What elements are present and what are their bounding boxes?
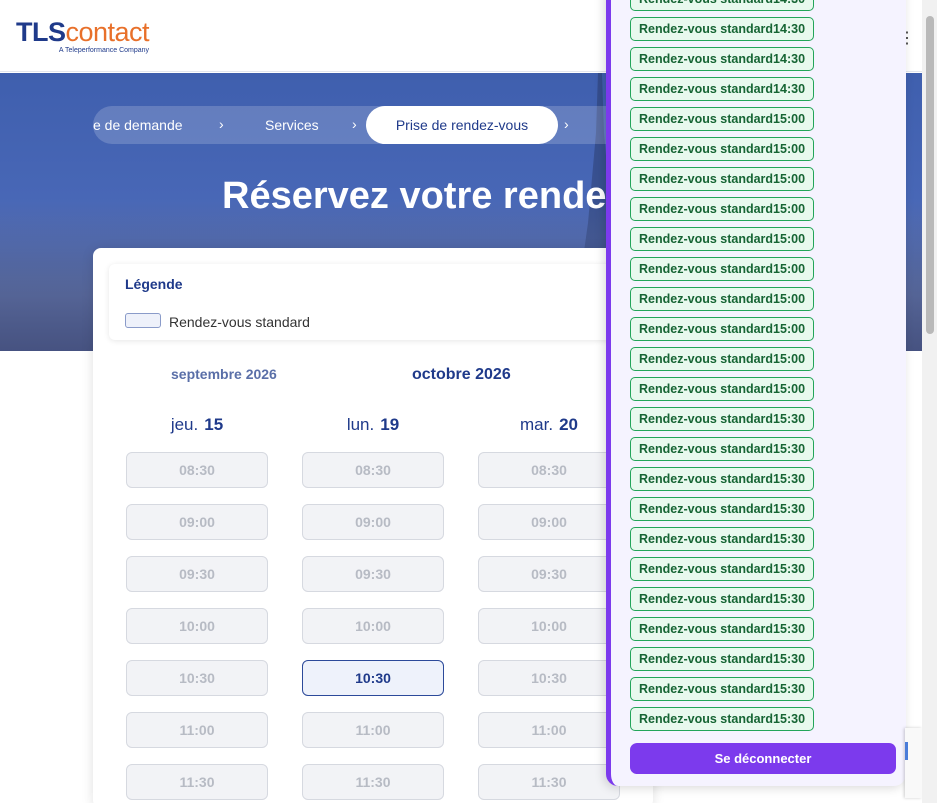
slot-result-item[interactable]: Rendez-vous standard14:30: [630, 47, 815, 71]
time-slot-disabled: 11:30: [302, 764, 444, 800]
slot-result-item[interactable]: Rendez-vous standard15:30: [630, 587, 815, 611]
time-slot-available[interactable]: 10:30: [302, 660, 444, 696]
time-slot-disabled: 10:30: [478, 660, 620, 696]
legend-label: Rendez-vous standard: [169, 314, 310, 330]
time-slot-disabled: 11:30: [126, 764, 268, 800]
time-slot-disabled: 10:00: [478, 608, 620, 644]
slot-result-item[interactable]: Rendez-vous standard15:00: [630, 377, 815, 401]
slot-result-item[interactable]: Rendez-vous standard15:00: [630, 317, 815, 341]
slot-result-item[interactable]: Rendez-vous standard15:00: [630, 167, 815, 191]
time-slot-disabled: 11:00: [126, 712, 268, 748]
slot-result-item[interactable]: Rendez-vous standard15:30: [630, 497, 815, 521]
slot-result-item[interactable]: Rendez-vous standard15:30: [630, 647, 815, 671]
slot-result-item[interactable]: Rendez-vous standard15:00: [630, 287, 815, 311]
day-weekday: lun.: [346, 415, 375, 434]
step-application-type[interactable]: e de demande: [93, 106, 183, 144]
slot-result-item[interactable]: Rendez-vous standard15:00: [630, 107, 815, 131]
logo-tls-text: TLS: [16, 17, 66, 47]
page-title: Réservez votre rendez: [222, 175, 626, 217]
time-slot-disabled: 09:00: [478, 504, 620, 540]
month-current: octobre 2026: [412, 366, 511, 383]
legend-title: Légende: [125, 276, 183, 292]
time-slot-disabled: 10:00: [126, 608, 268, 644]
day-number: 20: [559, 415, 578, 434]
logout-button[interactable]: Se déconnecter: [630, 743, 896, 774]
time-slot-disabled: 09:00: [302, 504, 444, 540]
slot-result-item[interactable]: Rendez-vous standard15:00: [630, 227, 815, 251]
slot-result-item[interactable]: Rendez-vous standard15:30: [630, 467, 815, 491]
time-slot-disabled: 08:30: [478, 452, 620, 488]
month-previous[interactable]: septembre 2026: [171, 366, 277, 382]
slot-result-item[interactable]: Rendez-vous standard15:30: [630, 677, 815, 701]
slot-result-item[interactable]: Rendez-vous standard15:30: [630, 557, 815, 581]
time-slot-disabled: 09:00: [126, 504, 268, 540]
time-slot-disabled: 09:30: [478, 556, 620, 592]
slot-result-item[interactable]: Rendez-vous standard15:30: [630, 407, 815, 431]
day-header: jeu. 15: [126, 415, 268, 435]
time-slot-disabled: 10:30: [126, 660, 268, 696]
legend-swatch: [125, 313, 161, 328]
chevron-right-icon: ›: [219, 116, 224, 132]
recaptcha-badge[interactable]: [905, 728, 922, 798]
slot-result-item[interactable]: Rendez-vous standard15:00: [630, 257, 815, 281]
day-header: mar. 20: [478, 415, 620, 435]
day-number: 15: [204, 415, 224, 434]
tlscontact-logo[interactable]: TLScontact A Teleperformance Company: [16, 17, 150, 54]
slot-result-item[interactable]: Rendez-vous standard15:30: [630, 527, 815, 551]
step-appointment[interactable]: Prise de rendez-vous: [366, 106, 558, 144]
slot-result-item[interactable]: Rendez-vous standard15:00: [630, 137, 815, 161]
time-slot-disabled: 09:30: [302, 556, 444, 592]
day-weekday: jeu.: [170, 415, 199, 434]
logo-subtitle: A Teleperformance Company: [58, 47, 150, 54]
scrollbar-thumb[interactable]: [926, 16, 934, 334]
time-slot-disabled: 11:00: [478, 712, 620, 748]
booking-card: Légende Rendez-vous standard septembre 2…: [93, 248, 653, 803]
slot-result-item[interactable]: Rendez-vous standard15:30: [630, 437, 815, 461]
chevron-right-icon: ›: [564, 116, 569, 132]
slot-result-item[interactable]: Rendez-vous standard14:30: [630, 17, 815, 41]
step-services[interactable]: Services: [265, 106, 319, 144]
chevron-right-icon: ›: [352, 116, 357, 132]
legend: Légende Rendez-vous standard: [109, 264, 649, 340]
slot-result-item[interactable]: Rendez-vous standard15:00: [630, 347, 815, 371]
day-header: lun. 19: [302, 415, 444, 435]
day-number: 19: [380, 415, 400, 434]
time-slot-disabled: 11:00: [302, 712, 444, 748]
slot-results-panel: Rendez-vous standard14:30 Rendez-vous sta…: [606, 0, 906, 786]
logo-contact-text: contact: [65, 17, 150, 47]
slot-result-item[interactable]: Rendez-vous standard14:30: [630, 0, 815, 11]
slot-result-item[interactable]: Rendez-vous standard15:30: [630, 707, 815, 731]
time-slot-disabled: 11:30: [478, 764, 620, 800]
time-slot-disabled: 09:30: [126, 556, 268, 592]
day-weekday: mar.: [520, 415, 554, 434]
time-slot-disabled: 10:00: [302, 608, 444, 644]
slot-result-item[interactable]: Rendez-vous standard15:30: [630, 617, 815, 641]
slot-result-item[interactable]: Rendez-vous standard15:00: [630, 197, 815, 221]
progress-stepper: e de demande › Services › Prise de rende…: [93, 106, 693, 144]
time-slot-disabled: 08:30: [302, 452, 444, 488]
page-scrollbar[interactable]: [922, 0, 937, 803]
time-slot-disabled: 08:30: [126, 452, 268, 488]
page: TLScontact A Teleperformance Company ⋮ e…: [0, 0, 937, 803]
slot-result-item[interactable]: Rendez-vous standard14:30: [630, 77, 815, 101]
